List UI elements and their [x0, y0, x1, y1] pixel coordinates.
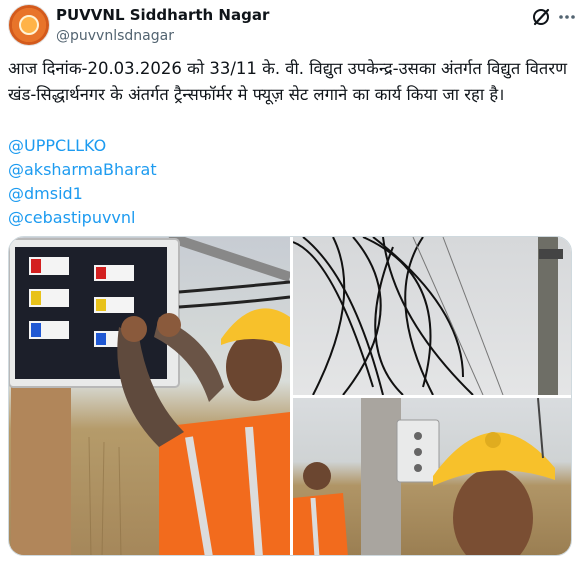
post-header: PUVVNL Siddharth Nagar @puvvnlsdnagar: [8, 4, 575, 48]
overhead-wires-photo[interactable]: [293, 237, 571, 395]
mention-link[interactable]: @UPPCLLKO: [8, 134, 157, 158]
media-grid: [8, 236, 572, 556]
more-icon[interactable]: [556, 6, 576, 28]
puvvnl-logo-icon: [19, 15, 39, 35]
grok-icon[interactable]: [530, 6, 552, 28]
post-text: आज दिनांक-20.03.2026 को 33/11 के. वी. वि…: [8, 59, 567, 104]
mention-link[interactable]: @cebastipuvvnl: [8, 206, 157, 230]
mention-link[interactable]: @aksharmaBharat: [8, 158, 157, 182]
fuse-box-worker-photo[interactable]: [9, 237, 290, 555]
account-avatar[interactable]: [8, 4, 50, 46]
mention-list: @UPPCLLKO @aksharmaBharat @dmsid1 @cebas…: [8, 134, 157, 230]
account-handle[interactable]: @puvvnlsdnagar: [56, 28, 174, 44]
mention-link[interactable]: @dmsid1: [8, 182, 157, 206]
pole-workers-photo[interactable]: [293, 398, 571, 555]
account-name[interactable]: PUVVNL Siddharth Nagar: [56, 6, 269, 24]
